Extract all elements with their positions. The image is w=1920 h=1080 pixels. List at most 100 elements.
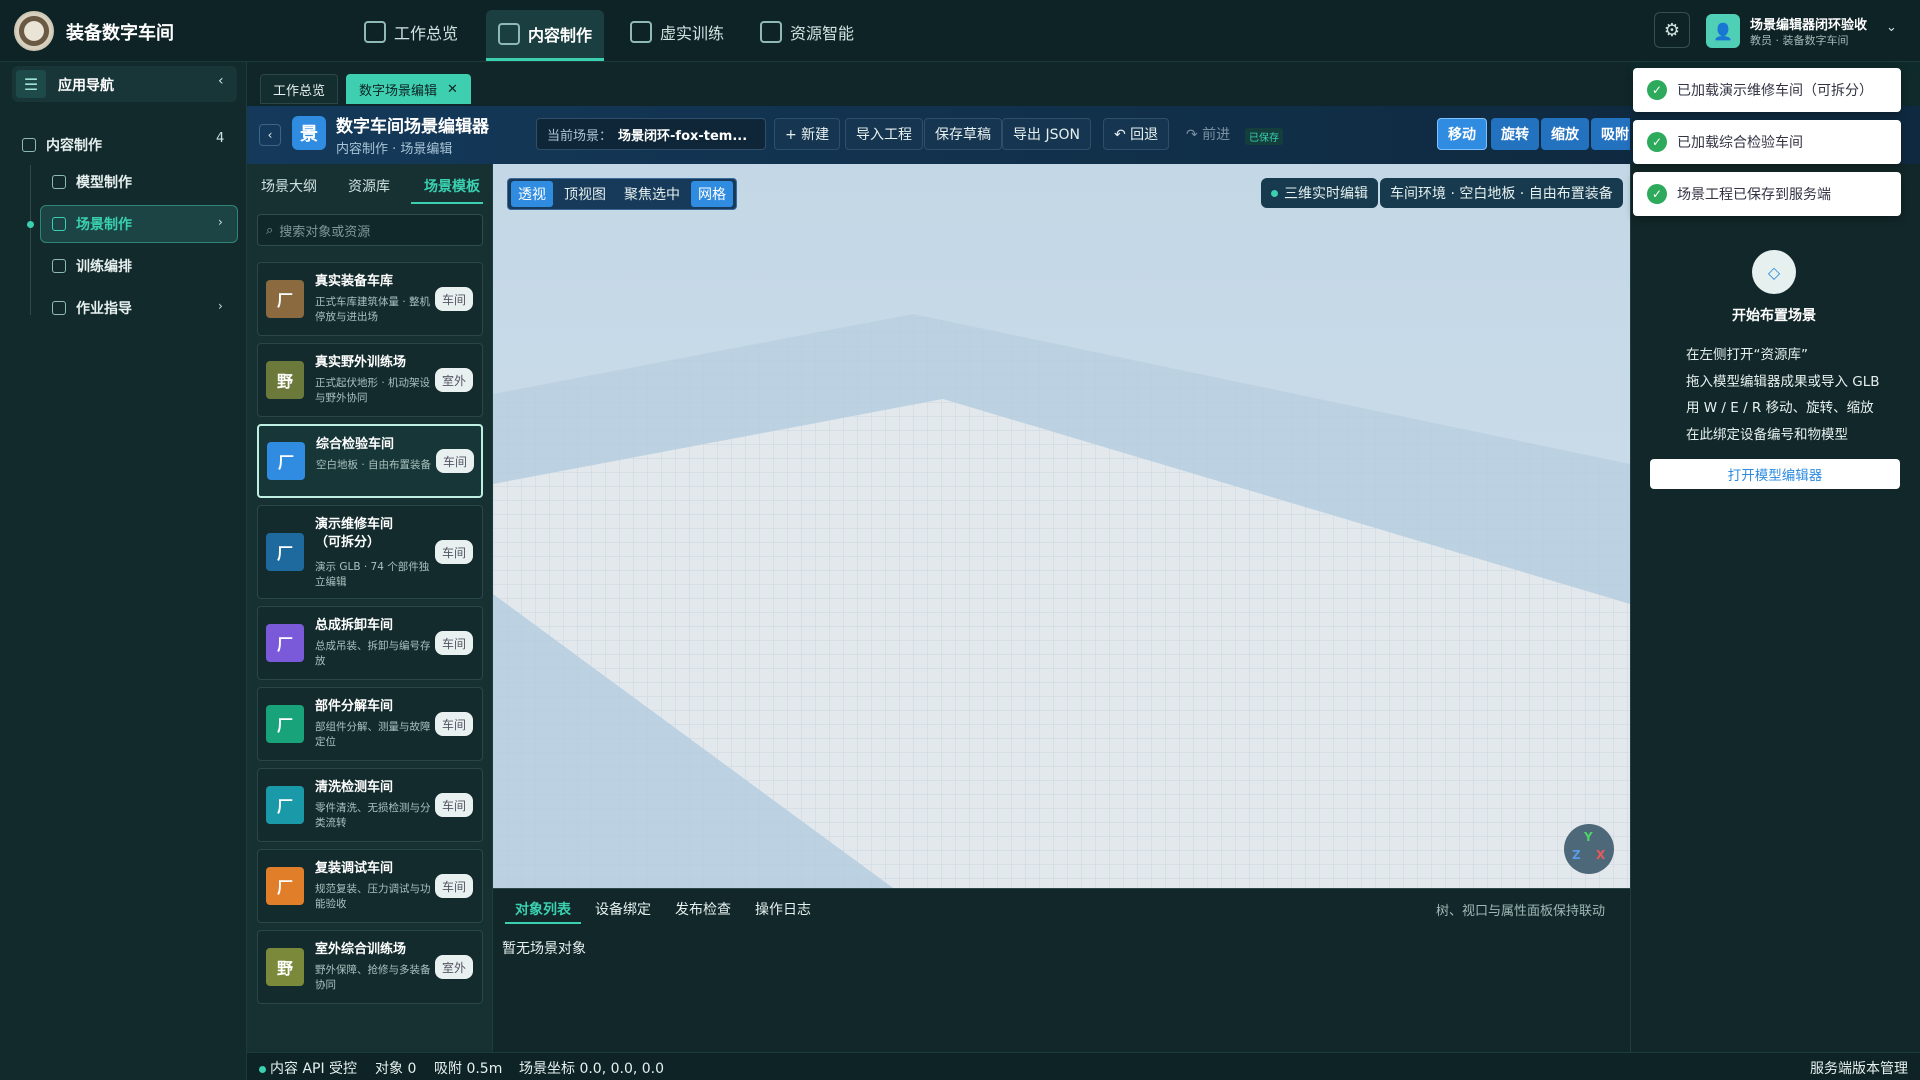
right-title: 开始布置场景 — [1732, 308, 1816, 324]
sidebar-section-content[interactable]: 内容制作 — [22, 130, 232, 160]
tab-library[interactable]: 资源库 — [348, 176, 390, 196]
search-icon: ⌕ — [266, 222, 274, 238]
factory-icon: 厂 — [266, 786, 304, 824]
toast-notification[interactable]: ✓ 已加载综合检验车间 — [1633, 120, 1901, 164]
object-count: 对象 0 — [375, 1061, 417, 1077]
hint-line: 在左侧打开“资源库” — [1686, 347, 1808, 363]
menu-icon[interactable]: ☰ — [16, 70, 46, 98]
axis-gizmo[interactable]: Y Z X — [1564, 824, 1614, 874]
home-icon — [52, 217, 66, 231]
user-name[interactable]: 场景编辑器闭环验收 — [1750, 14, 1867, 33]
topnav-resource[interactable]: 资源智能 — [748, 10, 866, 54]
card-desc: 总成吊装、拆卸与编号存放 — [315, 640, 431, 667]
sidebar-item-guide[interactable]: 作业指导 — [52, 298, 132, 318]
template-card[interactable]: 厂 清洗检测车间 零件清洗、无损检测与分类流转 车间 — [257, 768, 483, 842]
tab-device-binding[interactable]: 设备绑定 — [595, 899, 651, 919]
3d-viewport[interactable] — [493, 164, 1630, 888]
open-model-editor-button[interactable]: 打开模型编辑器 — [1650, 459, 1900, 489]
environment-badge: 车间环境 · 空白地板 · 自由布置装备 — [1380, 178, 1623, 208]
mode-scale-button[interactable]: 缩放 — [1541, 118, 1589, 150]
save-draft-button[interactable]: 保存草稿 — [924, 118, 1002, 150]
card-desc: 演示 GLB · 74 个部件独立编辑 — [315, 561, 430, 588]
card-tag: 车间 — [436, 449, 474, 473]
sidebar-title: 应用导航 — [58, 78, 114, 94]
template-card[interactable]: 厂 总成拆卸车间 总成吊装、拆卸与编号存放 车间 — [257, 606, 483, 680]
tab-scene-editor[interactable]: 数字场景编辑 ✕ — [346, 74, 471, 104]
sidebar-item-scene[interactable]: 场景制作 — [52, 214, 132, 234]
close-icon[interactable]: ✕ — [447, 82, 458, 97]
grid-toggle-button[interactable]: 网格 — [691, 181, 733, 207]
mode-rotate-button[interactable]: 旋转 — [1491, 118, 1539, 150]
focus-selected-button[interactable]: 聚焦选中 — [617, 181, 687, 207]
template-card-selected[interactable]: 厂 综合检验车间 空白地板 · 自由布置装备 车间 — [257, 424, 483, 498]
tab-operation-log[interactable]: 操作日志 — [755, 899, 811, 919]
card-desc: 空白地板 · 自由布置装备 — [316, 459, 432, 471]
chevron-right-icon[interactable]: › — [218, 215, 223, 229]
card-name: 真实野外训练场 — [315, 355, 407, 370]
template-card[interactable]: 厂 复装调试车间 规范复装、压力调试与功能验收 车间 — [257, 849, 483, 923]
tab-outline[interactable]: 场景大纲 — [261, 176, 317, 196]
check-icon: ✓ — [1647, 132, 1667, 152]
factory-icon: 厂 — [266, 705, 304, 743]
topnav-training[interactable]: 虚实训练 — [618, 10, 736, 54]
axis-y-label: Y — [1584, 830, 1593, 844]
card-tag: 车间 — [435, 793, 473, 817]
axis-x-label: X — [1596, 848, 1606, 862]
saved-badge: 已保存 — [1245, 128, 1283, 145]
right-panel — [1630, 164, 1920, 1052]
snap-value: 吸附 0.5m — [434, 1061, 503, 1077]
sidebar-item-model[interactable]: 模型制作 — [52, 172, 132, 192]
template-card[interactable]: 厂 部件分解车间 部组件分解、测量与故障定位 车间 — [257, 687, 483, 761]
mode-move-button[interactable]: 移动 — [1437, 118, 1487, 150]
app-logo — [14, 11, 54, 51]
axis-z-label: Z — [1572, 848, 1581, 862]
live-edit-badge: 三维实时编辑 — [1261, 178, 1378, 208]
user-role: 教员 · 装备数字车间 — [1750, 34, 1849, 47]
tab-object-list[interactable]: 对象列表 — [515, 899, 571, 919]
empty-state-text: 暂无场景对象 — [502, 941, 586, 957]
settings-button[interactable]: ⚙ — [1654, 12, 1690, 48]
tab-overview[interactable]: 工作总览 — [260, 74, 339, 104]
card-tag: 车间 — [435, 540, 473, 564]
tab-underline — [505, 922, 581, 924]
diamond-icon: ◇ — [1752, 250, 1796, 294]
card-tag: 车间 — [435, 631, 473, 655]
doc-icon — [52, 301, 66, 315]
template-card[interactable]: 野 真实野外训练场 正式起伏地形 · 机动架设与野外协同 室外 — [257, 343, 483, 417]
redo-button[interactable]: ↷ 前进 — [1176, 118, 1240, 150]
search-input[interactable]: ⌕ 搜索对象或资源 — [257, 214, 483, 246]
export-json-button[interactable]: 导出 JSON — [1002, 118, 1091, 150]
book-icon — [630, 21, 652, 43]
card-desc: 正式车库建筑体量 · 整机停放与进出场 — [315, 296, 431, 323]
template-card[interactable]: 厂 真实装备车库 正式车库建筑体量 · 整机停放与进出场 车间 — [257, 262, 483, 336]
check-icon: ✓ — [1647, 184, 1667, 204]
sidebar-item-training[interactable]: 训练编排 — [52, 256, 132, 276]
server-version-link[interactable]: 服务端版本管理 — [1810, 1058, 1908, 1078]
card-tag: 车间 — [435, 287, 473, 311]
chevron-down-icon[interactable]: ⌄ — [1886, 20, 1897, 35]
view-perspective-button[interactable]: 透视 — [511, 181, 553, 207]
tab-templates[interactable]: 场景模板 — [424, 176, 480, 196]
person-icon[interactable]: 👤 — [1706, 14, 1740, 48]
active-dot — [27, 221, 34, 228]
template-card[interactable]: 厂 演示维修车间（可拆分） 演示 GLB · 74 个部件独立编辑 车间 — [257, 505, 483, 599]
current-scene-select[interactable]: 当前场景： 场景闭环-fox-tem... — [536, 118, 766, 150]
flow-icon — [52, 259, 66, 273]
back-button[interactable]: ‹ — [259, 124, 281, 146]
scene-coords: 场景坐标 0.0, 0.0, 0.0 — [519, 1061, 665, 1077]
toast-notification[interactable]: ✓ 已加载演示维修车间（可拆分） — [1633, 68, 1901, 112]
undo-button[interactable]: ↶ 回退 — [1103, 118, 1170, 150]
gear-icon: ⚙ — [1663, 19, 1681, 41]
field-icon: 野 — [266, 361, 304, 399]
import-button[interactable]: 导入工程 — [845, 118, 923, 150]
toast-notification[interactable]: ✓ 场景工程已保存到服务端 — [1633, 172, 1901, 216]
view-top-button[interactable]: 顶视图 — [557, 181, 613, 207]
topnav-overview[interactable]: 工作总览 — [352, 10, 470, 54]
chevron-right-icon[interactable]: › — [218, 299, 223, 313]
factory-icon: 厂 — [266, 280, 304, 318]
new-button[interactable]: + 新建 — [774, 118, 841, 150]
tab-publish-check[interactable]: 发布检查 — [675, 899, 731, 919]
topnav-content[interactable]: 内容制作 — [486, 10, 605, 61]
template-card[interactable]: 野 室外综合训练场 野外保障、抢修与多装备协同 室外 — [257, 930, 483, 1004]
collapse-icon[interactable]: ‹ — [218, 73, 224, 89]
